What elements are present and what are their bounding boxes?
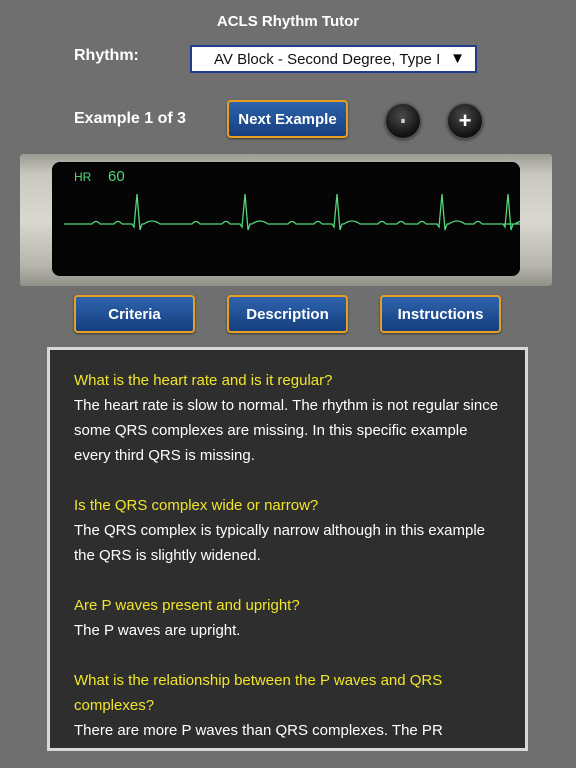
criteria-answer: The P waves are upright.: [74, 622, 241, 639]
criteria-question: What is the heart rate and is it regular…: [74, 372, 333, 389]
pause-button[interactable]: ⏸: [385, 103, 421, 139]
tab-instructions[interactable]: Instructions: [380, 295, 501, 333]
criteria-panel[interactable]: What is the heart rate and is it regular…: [47, 347, 528, 751]
ecg-waveform: [64, 193, 520, 231]
tab-description[interactable]: Description: [227, 295, 348, 333]
example-counter: Example 1 of 3: [74, 110, 187, 127]
rhythm-label: Rhythm:: [74, 47, 139, 64]
next-example-button[interactable]: Next Example: [227, 100, 348, 138]
criteria-item: What is the heart rate and is it regular…: [74, 368, 501, 468]
criteria-answer: There are more P waves than QRS complexe…: [74, 722, 443, 739]
criteria-answer: The heart rate is slow to normal. The rh…: [74, 397, 499, 464]
rhythm-dropdown[interactable]: AV Block - Second Degree, Type I ▼: [190, 45, 477, 73]
tab-criteria[interactable]: Criteria: [74, 295, 195, 333]
app-title: ACLS Rhythm Tutor: [216, 13, 360, 30]
dropdown-arrow-icon: ▼: [450, 50, 465, 67]
criteria-question: Is the QRS complex wide or narrow?: [74, 497, 319, 514]
criteria-item: Are P waves present and upright? The P w…: [74, 593, 501, 643]
criteria-question: What is the relationship between the P w…: [74, 672, 443, 714]
criteria-answer: The QRS complex is typically narrow alth…: [74, 522, 486, 564]
criteria-item: What is the relationship between the P w…: [74, 668, 501, 743]
rhythm-selected-value: AV Block - Second Degree, Type I: [214, 50, 441, 68]
criteria-question: Are P waves present and upright?: [74, 597, 300, 614]
pause-icon: ⏸: [400, 115, 406, 127]
plus-icon: +: [458, 108, 472, 133]
zoom-in-button[interactable]: +: [447, 103, 483, 139]
ecg-monitor-frame: HR 60: [20, 154, 552, 286]
ecg-monitor-screen: HR 60: [52, 162, 520, 276]
ecg-trace: [64, 193, 520, 231]
criteria-item: Is the QRS complex wide or narrow? The Q…: [74, 493, 501, 568]
